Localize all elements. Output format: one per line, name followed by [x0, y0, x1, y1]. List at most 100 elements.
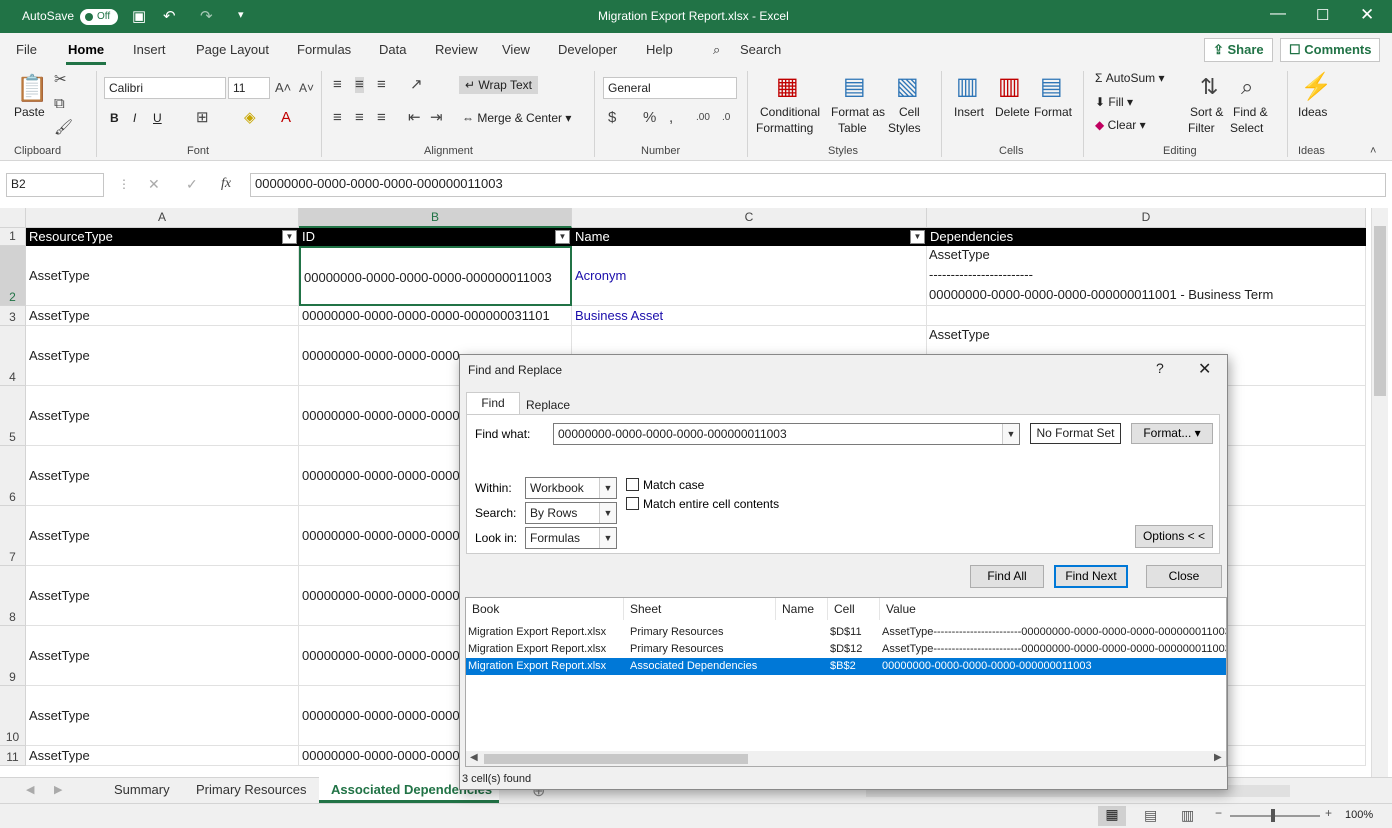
results-scroll-thumb[interactable] — [484, 754, 748, 764]
header-cell-id[interactable]: ID ▼ — [299, 228, 572, 246]
insert-function-icon[interactable]: fx — [221, 176, 231, 192]
results-list[interactable]: Book Sheet Name Cell Value Migration Exp… — [465, 597, 1227, 767]
paste-button[interactable]: Paste — [14, 105, 45, 119]
cell-a[interactable]: AssetType — [26, 746, 299, 766]
cell-a[interactable]: AssetType — [26, 686, 299, 746]
zoom-in-icon[interactable]: + — [1325, 806, 1332, 820]
wrap-text-button[interactable]: ↵ Wrap Text — [459, 76, 538, 94]
column-header-c[interactable]: C — [572, 208, 927, 228]
cell-a[interactable]: AssetType — [26, 506, 299, 566]
enter-icon[interactable]: ✓ — [186, 176, 198, 193]
tab-replace[interactable]: Replace — [520, 395, 576, 415]
name-box[interactable]: B2 — [6, 173, 104, 197]
sheet-tab-primary-resources[interactable]: Primary Resources — [196, 782, 307, 797]
bold-button[interactable]: B — [110, 111, 119, 125]
filter-dropdown-icon[interactable]: ▼ — [555, 230, 570, 244]
row-header[interactable]: 2 — [0, 246, 26, 306]
italic-button[interactable]: I — [133, 111, 136, 125]
align-middle-icon[interactable]: ≡ — [355, 77, 364, 93]
filter-dropdown-icon[interactable]: ▼ — [910, 230, 925, 244]
font-size-select[interactable]: 11 — [228, 77, 270, 99]
cell-a[interactable]: AssetType — [26, 246, 299, 306]
menu-formulas[interactable]: Formulas — [297, 42, 351, 57]
cell-a[interactable]: AssetType — [26, 566, 299, 626]
row-header[interactable]: 9 — [0, 626, 26, 686]
cell-styles-icon[interactable]: ▧ — [896, 73, 919, 101]
font-color-icon[interactable]: A — [281, 110, 291, 126]
minimize-icon[interactable]: — — [1270, 5, 1286, 23]
delete-cells-icon[interactable]: ▥ — [998, 73, 1021, 101]
cell-b[interactable]: 00000000-0000-0000-0000-000000031101 — [299, 306, 572, 326]
paste-icon[interactable]: 📋 — [16, 73, 48, 103]
find-all-button[interactable]: Find All — [970, 565, 1044, 588]
filter-dropdown-icon[interactable]: ▼ — [282, 230, 297, 244]
results-header-cell[interactable]: Cell — [828, 598, 880, 620]
zoom-level[interactable]: 100% — [1345, 809, 1373, 821]
fill-button[interactable]: ⬇ Fill ▾ — [1095, 95, 1133, 109]
format-painter-icon[interactable]: 🖌 — [54, 120, 73, 136]
undo-icon[interactable]: ↶ — [163, 7, 176, 25]
cell-b[interactable]: 00000000-0000-0000-0000-000000011003 — [299, 246, 572, 306]
menu-file[interactable]: File — [16, 42, 37, 57]
column-header-b[interactable]: B — [299, 208, 572, 228]
insert-cells-button[interactable]: Insert — [954, 105, 984, 119]
ideas-button[interactable]: Ideas — [1298, 105, 1327, 119]
chevron-down-icon[interactable]: ▼ — [599, 503, 616, 523]
currency-icon[interactable]: $ — [608, 110, 616, 126]
select-all-corner[interactable] — [0, 208, 26, 228]
autosave-toggle[interactable]: Off — [80, 9, 118, 25]
number-format-select[interactable]: General — [603, 77, 737, 99]
find-what-input[interactable]: 00000000-0000-0000-0000-000000011003 ▼ — [553, 423, 1020, 445]
align-center-icon[interactable]: ≡ — [355, 110, 364, 126]
header-cell-name[interactable]: Name ▼ — [572, 228, 927, 246]
format-as-table-button[interactable]: Format as — [831, 105, 885, 119]
menu-view[interactable]: View — [502, 42, 530, 57]
header-cell-resourcetype[interactable]: ResourceType ▼ — [26, 228, 299, 246]
clear-button[interactable]: ◆ Clear ▾ — [1095, 118, 1146, 132]
insert-cells-icon[interactable]: ▥ — [956, 73, 979, 101]
next-sheet-icon[interactable]: ▶ — [54, 783, 62, 796]
sort-filter-icon[interactable]: ⇅ — [1200, 73, 1218, 101]
delete-cells-button[interactable]: Delete — [995, 105, 1030, 119]
align-top-icon[interactable]: ≡ — [333, 77, 342, 93]
help-icon[interactable]: ? — [1156, 360, 1164, 376]
menu-developer[interactable]: Developer — [558, 42, 617, 57]
search-icon[interactable]: ⌕ — [713, 42, 720, 58]
chevron-down-icon[interactable]: ▼ — [599, 478, 616, 498]
cell-c[interactable]: Business Asset — [572, 306, 927, 326]
row-header[interactable]: 5 — [0, 386, 26, 446]
vertical-scrollbar[interactable] — [1371, 208, 1388, 777]
tab-find[interactable]: Find — [466, 392, 520, 415]
percent-icon[interactable]: % — [643, 110, 656, 126]
decrease-font-icon[interactable]: A˅ — [299, 80, 314, 96]
row-header[interactable]: 8 — [0, 566, 26, 626]
result-row[interactable]: Migration Export Report.xlsx Primary Reso… — [466, 641, 1226, 658]
menu-review[interactable]: Review — [435, 42, 478, 57]
page-layout-view-icon[interactable]: ▤ — [1144, 807, 1157, 824]
align-bottom-icon[interactable]: ≡ — [377, 77, 386, 93]
cell-a[interactable]: AssetType — [26, 386, 299, 446]
menu-help[interactable]: Help — [646, 42, 673, 57]
header-cell-dependencies[interactable]: Dependencies — [927, 228, 1366, 246]
row-header[interactable]: 6 — [0, 446, 26, 506]
row-header[interactable]: 3 — [0, 306, 26, 326]
formula-input[interactable]: 00000000-0000-0000-0000-000000011003 — [250, 173, 1386, 197]
zoom-out-icon[interactable]: − — [1215, 806, 1222, 820]
format-cells-button[interactable]: Format — [1034, 105, 1072, 119]
borders-icon[interactable]: ⊞ — [196, 110, 209, 126]
merge-center-button[interactable]: ⇔ Merge & Center ▾ — [462, 111, 571, 125]
look-in-select[interactable]: Formulas ▼ — [525, 527, 617, 549]
chevron-down-icon[interactable]: ▼ — [599, 528, 616, 548]
cell-d[interactable] — [927, 306, 1366, 326]
result-row[interactable]: Migration Export Report.xlsx Primary Reso… — [466, 624, 1226, 641]
cell-a[interactable]: AssetType — [26, 626, 299, 686]
results-hscrollbar[interactable]: ◀ ▶ — [466, 751, 1226, 766]
cell-d[interactable]: AssetType ------------------------ 0000000… — [927, 246, 1366, 306]
format-cells-icon[interactable]: ▤ — [1040, 73, 1063, 101]
share-button[interactable]: ⇪ Share — [1204, 38, 1273, 62]
search-box[interactable]: Search — [740, 42, 781, 57]
close-button[interactable]: Close — [1146, 565, 1222, 588]
page-break-view-icon[interactable]: ▥ — [1181, 807, 1194, 824]
cell-c[interactable]: Acronym — [572, 246, 927, 306]
conditional-formatting-icon[interactable]: ▦ — [776, 73, 799, 101]
